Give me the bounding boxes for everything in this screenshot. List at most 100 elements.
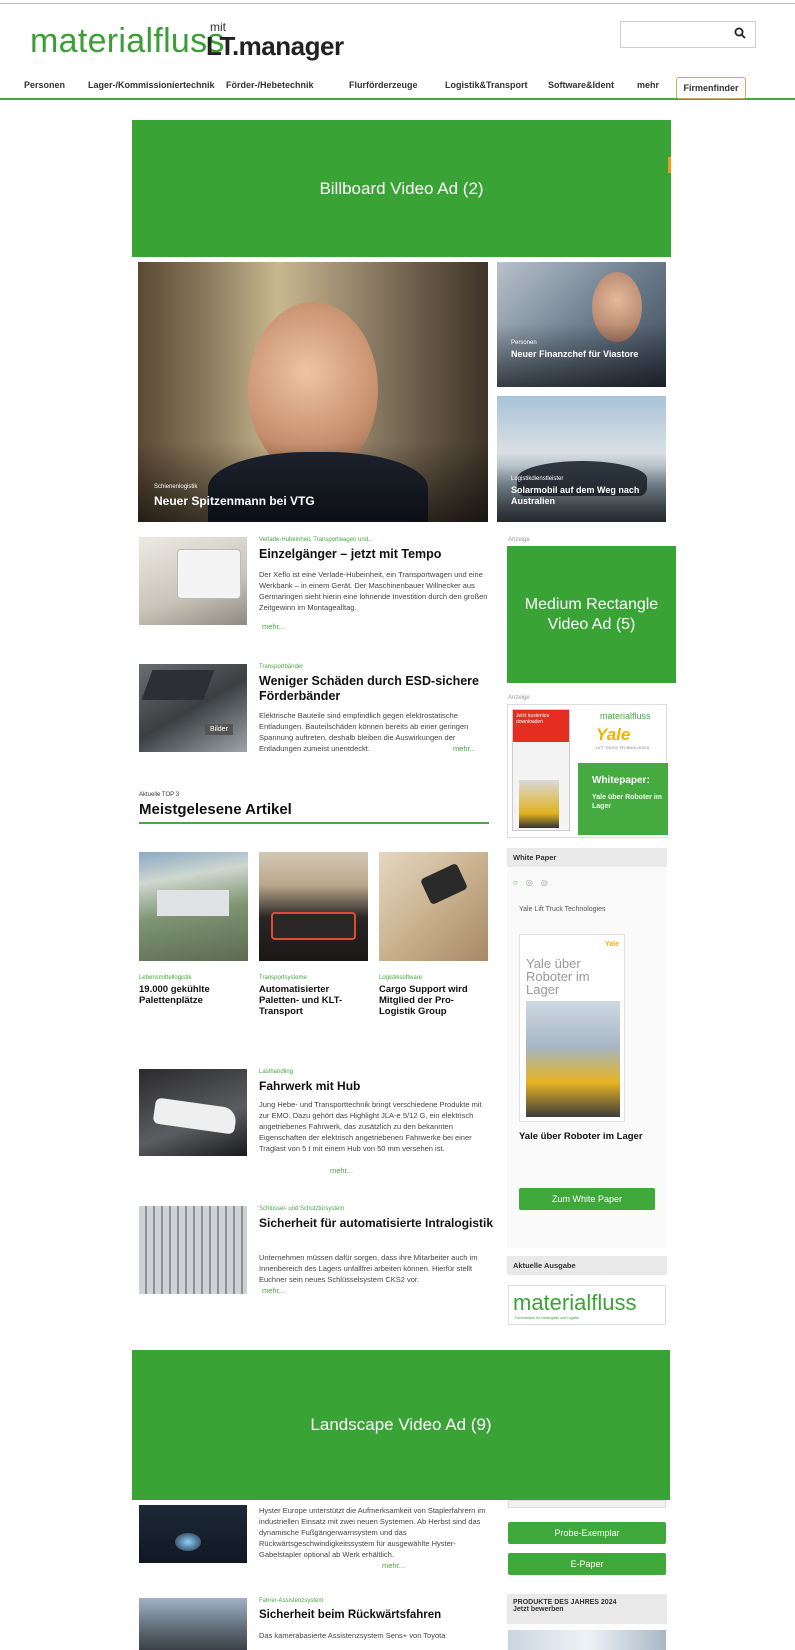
cover-photo — [526, 1001, 620, 1117]
article-more-link[interactable]: mehr... — [330, 1165, 353, 1176]
white-paper-company: Yale Lift Truck Technologies — [519, 906, 606, 913]
robot-shape — [271, 912, 356, 940]
search-icon[interactable] — [734, 27, 746, 39]
chassis-shape — [152, 1097, 238, 1135]
anzeige-label: Anzeige — [508, 695, 530, 701]
magazine-subtitle: Fachmedium für Intralogistik und Logisti… — [515, 1316, 579, 1320]
search-input[interactable] — [620, 21, 756, 48]
produkte-image[interactable] — [508, 1630, 666, 1650]
ausgabe-heading: Aktuelle Ausgabe — [507, 1256, 667, 1275]
medium-rectangle-ad[interactable]: Medium Rectangle Video Ad (5) — [507, 546, 676, 683]
white-paper-heading: White Paper — [507, 848, 667, 867]
top3-item-title[interactable]: Cargo Support wird Mitglied der Pro-Logi… — [379, 984, 484, 1017]
probe-exemplar-button[interactable]: Probe-Exemplar — [508, 1522, 666, 1544]
white-paper-cover[interactable]: Yale Yale über Roboter im Lager — [519, 934, 625, 1122]
billboard-ad[interactable]: Billboard Video Ad (2) — [132, 120, 671, 257]
carousel-dot[interactable]: ◎ — [526, 878, 533, 887]
white-paper-title[interactable]: Yale über Roboter im Lager — [519, 1131, 659, 1142]
carousel-dot-active[interactable]: ○ — [513, 878, 518, 887]
top3-item-title[interactable]: Automatisierter Paletten- und KLT-Transp… — [259, 984, 364, 1017]
nav-item-logistik[interactable]: Logistik&Transport — [445, 80, 528, 90]
yale-logo-sub: LIFT TRUCK TECHNOLOGIES — [596, 746, 650, 750]
article-title[interactable]: Sicherheit für automatisierte Intralogis… — [259, 1216, 494, 1231]
produkte-box[interactable]: PRODUKTE DES JAHRES 2024 Jetzt bewerben — [507, 1594, 667, 1624]
carousel-dot[interactable]: ◎ — [541, 878, 548, 887]
landscape-ad[interactable]: Landscape Video Ad (9) — [132, 1350, 670, 1500]
site-logo[interactable]: materialfluss — [30, 22, 225, 61]
article-image[interactable] — [139, 537, 247, 625]
nav-item-software[interactable]: Software&Ident — [548, 80, 614, 90]
article-kicker: Fahrer-Assistenzsystem — [259, 1598, 324, 1604]
wp-ad-subtitle: Yale über Roboter im Lager — [592, 794, 663, 810]
article-title[interactable]: Weniger Schäden durch ESD-sichere Förder… — [259, 674, 494, 704]
nav-item-flurfoerderzeuge[interactable]: Flurförderzeuge — [349, 80, 418, 90]
gallery-badge: Bilder — [205, 724, 233, 735]
white-paper-box: White Paper ○ ◎ ◎ Yale Lift Truck Techno… — [507, 848, 667, 1248]
article-image[interactable] — [139, 1598, 247, 1650]
anzeige-label: Anzeige — [508, 537, 530, 543]
article-kicker: Verlade-Hubeinheit, Transportwagen und..… — [259, 537, 374, 543]
scanner-shape — [419, 862, 469, 906]
article-more-link[interactable]: mehr... — [262, 1285, 285, 1296]
teaser-title[interactable]: Solarmobil auf dem Weg nach Australien — [511, 485, 661, 507]
firmenfinder-label: Firmenfinder — [683, 83, 739, 93]
whitepaper-cover: Jetzt kostenlos downloaden — [512, 709, 570, 831]
article-kicker: Transportbänder — [259, 664, 304, 670]
article-body: Der Xeflo ist eine Verlade-Hubeinheit, e… — [259, 570, 488, 612]
download-badge: Jetzt kostenlos downloaden — [513, 710, 569, 742]
magazine-title: materialfluss — [513, 1290, 637, 1315]
cover-title: Yale über Roboter im Lager — [526, 956, 590, 997]
wp-ad-title: Whitepaper: — [592, 775, 650, 786]
firmenfinder-button[interactable]: Firmenfinder — [676, 77, 746, 99]
cover-yale-logo: Yale — [604, 941, 619, 948]
article-image[interactable] — [139, 1505, 247, 1563]
partner-logo[interactable]: LT.manager — [206, 31, 344, 62]
teaser-title[interactable]: Neuer Finanzchef für Viastore — [511, 349, 661, 360]
top3-image[interactable] — [139, 852, 248, 961]
whitepaper-ad[interactable]: Jetzt kostenlos downloaden materialfluss… — [507, 704, 668, 838]
top3-item-kicker: Logistiksoftware — [379, 975, 423, 981]
top3-kicker: Aktuelle TOP 3 — [139, 792, 180, 798]
article-kicker: Schlüssel- und Schutztürsystem — [259, 1206, 345, 1212]
white-paper-button[interactable]: Zum White Paper — [519, 1188, 655, 1210]
belt-shape — [141, 670, 215, 700]
carousel-dots: ○ ◎ ◎ — [513, 878, 548, 887]
article-title[interactable]: Fahrwerk mit Hub — [259, 1079, 360, 1093]
article-kicker: Lasthandling — [259, 1069, 294, 1075]
top3-item-title[interactable]: 19.000 gekühlte Palettenplätze — [139, 984, 244, 1006]
wp-ad-brand: materialfluss — [600, 711, 651, 721]
article-title[interactable]: Einzelgänger – jetzt mit Tempo — [259, 547, 441, 561]
side-teaser-2[interactable]: Logistikdienstleister Solarmobil auf dem… — [497, 396, 666, 522]
top3-image[interactable] — [379, 852, 488, 961]
article-image[interactable] — [139, 1069, 247, 1156]
building-shape — [157, 890, 229, 916]
hero-title[interactable]: Neuer Spitzenmann bei VTG — [154, 494, 315, 508]
hero-article[interactable]: Schienenlogistik Neuer Spitzenmann bei V… — [138, 262, 488, 522]
van-shape — [177, 549, 241, 599]
hero-kicker: Schienenlogistik — [154, 484, 198, 490]
nav-item-foerder[interactable]: Förder-/Hebetechnik — [226, 80, 314, 90]
top3-heading: Meistgelesene Artikel — [139, 801, 292, 818]
light-projection — [175, 1533, 201, 1551]
article-more-link[interactable]: mehr... — [382, 1560, 405, 1571]
magazine-cover[interactable]: materialfluss Fachmedium für Intralogist… — [508, 1285, 666, 1325]
article-image[interactable] — [139, 1206, 247, 1294]
magazine-cover-bottom — [508, 1500, 666, 1508]
nav-item-mehr[interactable]: mehr — [637, 80, 659, 90]
teaser-kicker: Logistikdienstleister — [511, 476, 564, 482]
article-body: Elektrische Bauteile sind empfindlich ge… — [259, 711, 469, 753]
article-more-link[interactable]: mehr... — [262, 621, 285, 632]
epaper-button[interactable]: E-Paper — [508, 1553, 666, 1575]
article-title[interactable]: Sicherheit beim Rückwärtsfahren — [259, 1609, 441, 1621]
article-image[interactable]: Bilder — [139, 664, 247, 752]
produkte-subtitle: Jetzt bewerben — [513, 1606, 564, 1613]
nav-item-lager[interactable]: Lager-/Kommissioniertechnik — [88, 80, 215, 90]
side-teaser-1[interactable]: Personen Neuer Finanzchef für Viastore — [497, 262, 666, 387]
article-body: Hyster Europe unterstützt die Aufmerksam… — [259, 1506, 486, 1559]
top3-image[interactable] — [259, 852, 368, 961]
produkte-title: PRODUKTE DES JAHRES 2024 — [513, 1599, 617, 1606]
hero-shade — [138, 442, 488, 522]
yale-logo: Yale — [596, 725, 631, 744]
nav-item-personen[interactable]: Personen — [24, 80, 65, 90]
article-more-link[interactable]: mehr... — [453, 743, 476, 754]
